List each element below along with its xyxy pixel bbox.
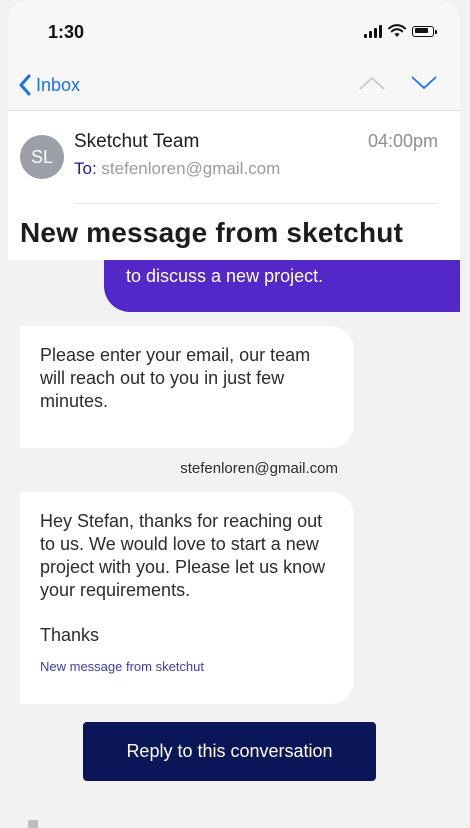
next-message-button[interactable] xyxy=(410,74,438,92)
incoming-message: Please enter your email, our team will r… xyxy=(20,326,354,448)
message-text: Hey Stefan, thanks for reaching out to u… xyxy=(40,511,326,600)
to-label: To: xyxy=(74,159,97,178)
incoming-message: Hey Stefan, thanks for reaching out to u… xyxy=(20,492,354,704)
sender-name: Sketchut Team xyxy=(74,131,200,152)
message-time: 04:00pm xyxy=(367,131,438,151)
scroll-indicator xyxy=(28,820,38,828)
back-label: Inbox xyxy=(36,74,81,95)
mail-header: SL Sketchut Team To: stefenloren@gmail.c… xyxy=(8,111,460,261)
divider xyxy=(74,203,438,204)
avatar: SL xyxy=(20,135,64,179)
signal-icon xyxy=(364,24,382,38)
email-subject: New message from sketchut xyxy=(20,217,404,248)
outgoing-message-text: to discuss a new project. xyxy=(126,266,324,286)
previous-message-button[interactable] xyxy=(358,74,386,92)
conversation-thread[interactable]: to discuss a new project. Please enter y… xyxy=(8,260,460,828)
message-link[interactable]: New message from sketchut xyxy=(40,659,334,675)
outgoing-message: to discuss a new project. xyxy=(104,260,460,312)
recipient-line: To: stefenloren@gmail.com xyxy=(74,159,280,179)
message-nav xyxy=(358,74,438,92)
back-button[interactable]: Inbox xyxy=(18,74,80,96)
phone-screen: 1:30 Inbox SL Sketchut Team To: stefenlo… xyxy=(8,0,460,828)
wifi-icon xyxy=(388,24,406,37)
user-email-reply: stefenloren@gmail.com xyxy=(180,460,338,477)
status-time: 1:30 xyxy=(48,22,85,42)
nav-bar: Inbox xyxy=(8,64,460,111)
chevron-left-icon xyxy=(19,74,31,96)
battery-icon xyxy=(412,25,437,37)
reply-button[interactable]: Reply to this conversation xyxy=(83,722,376,781)
recipient-address[interactable]: stefenloren@gmail.com xyxy=(101,159,280,178)
message-signoff: Thanks xyxy=(40,625,100,645)
status-bar: 1:30 xyxy=(8,0,460,64)
status-icons xyxy=(364,24,437,38)
message-text: Please enter your email, our team will r… xyxy=(40,345,311,411)
